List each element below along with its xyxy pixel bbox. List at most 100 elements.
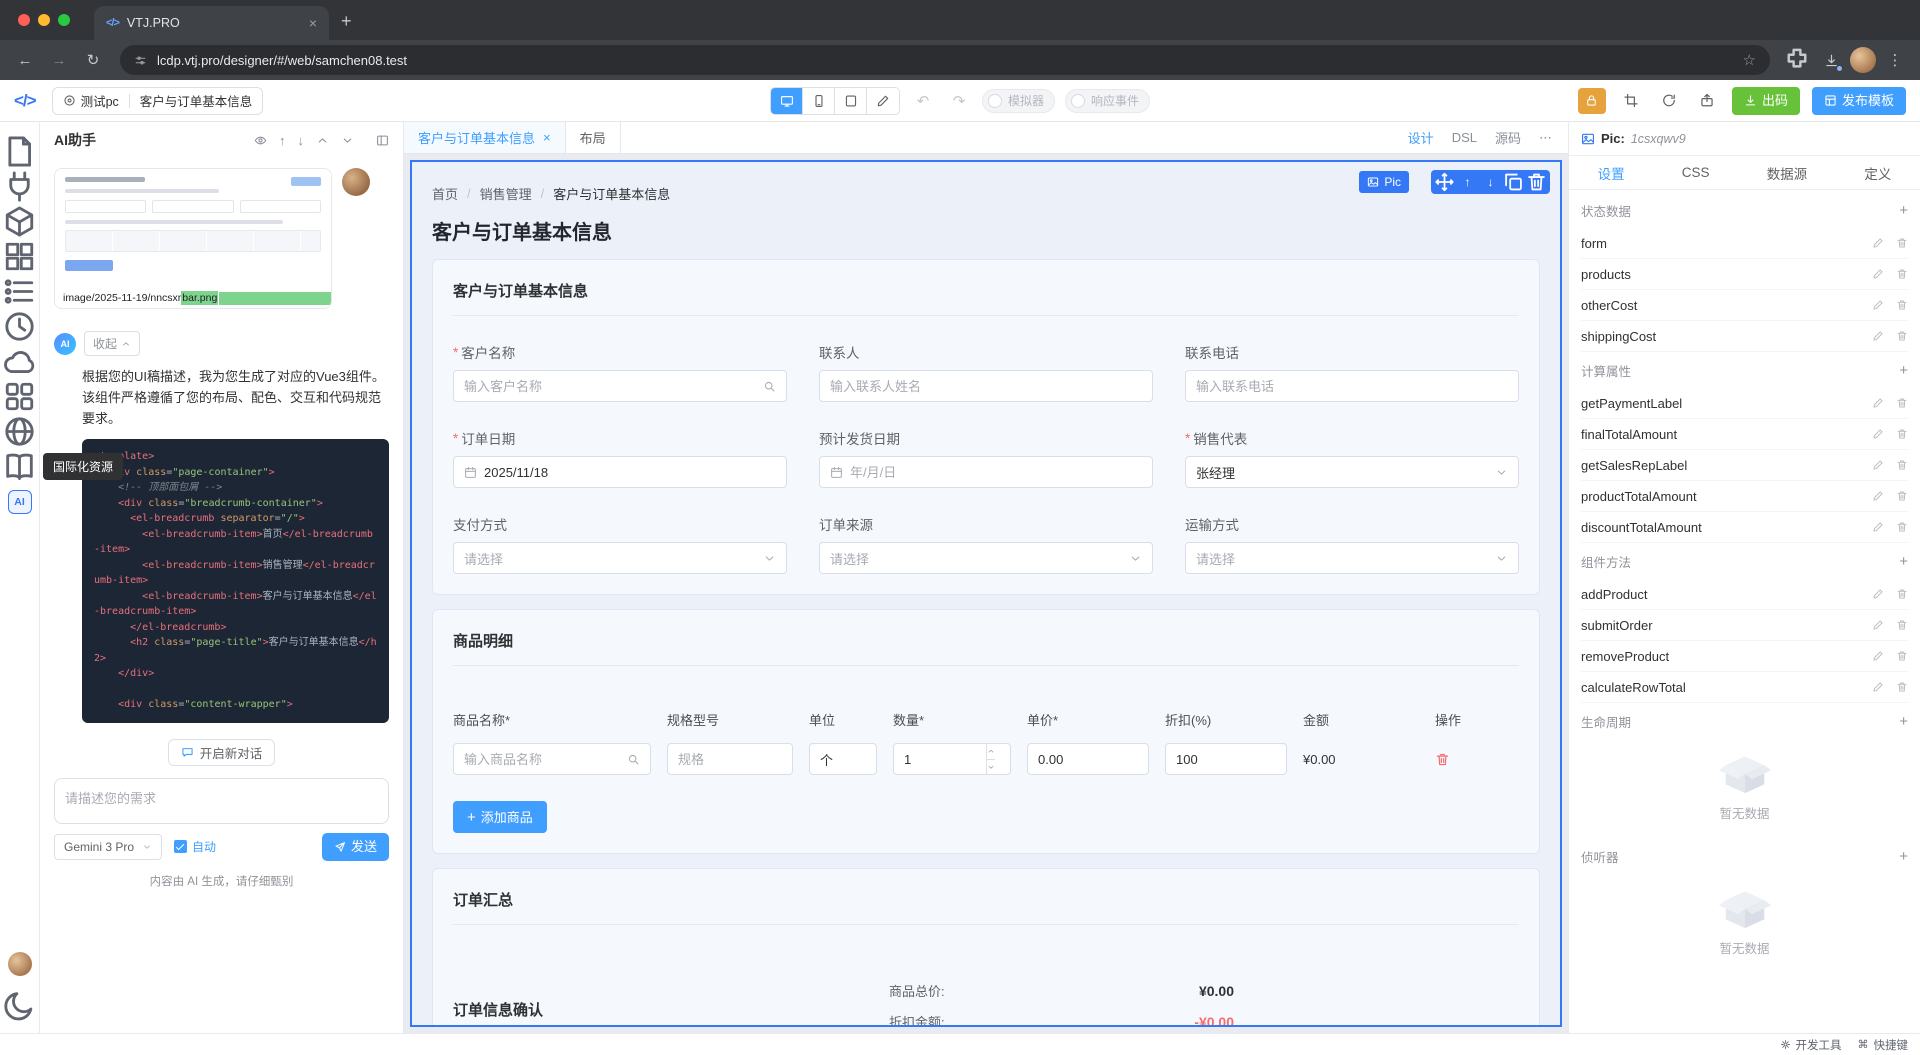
- computed-item-row[interactable]: discountTotalAmount: [1581, 512, 1908, 543]
- delete-node-icon[interactable]: [1525, 171, 1548, 193]
- method-item-row[interactable]: calculateRowTotal: [1581, 672, 1908, 703]
- edit-icon[interactable]: [1872, 299, 1884, 311]
- code-block[interactable]: <template> <div class="page-container"> …: [82, 439, 389, 723]
- collapse-panel-icon[interactable]: [376, 134, 389, 147]
- send-button[interactable]: 发送: [321, 832, 389, 861]
- state-item-row[interactable]: otherCost: [1581, 290, 1908, 321]
- device-tablet-button[interactable]: [834, 87, 867, 114]
- vtj-logo[interactable]: </>: [14, 91, 37, 111]
- inspector-tab-settings[interactable]: 设置: [1598, 163, 1625, 183]
- url-bar[interactable]: lcdp.vtj.pro/designer/#/web/samchen08.te…: [120, 45, 1770, 75]
- computed-item-row[interactable]: getSalesRepLabel: [1581, 450, 1908, 481]
- edit-icon[interactable]: [1872, 268, 1884, 280]
- order-date-input[interactable]: [453, 456, 787, 488]
- decrement-icon[interactable]: [987, 760, 995, 775]
- bookmark-star-icon[interactable]: ☆: [1743, 51, 1756, 69]
- edit-icon[interactable]: [1872, 490, 1884, 502]
- reload-button[interactable]: ↻: [78, 45, 108, 75]
- apps-icon[interactable]: [2, 379, 37, 414]
- spec-input[interactable]: [667, 743, 793, 775]
- back-button[interactable]: ←: [10, 45, 40, 75]
- downloads-button[interactable]: [1816, 45, 1846, 75]
- add-state-button[interactable]: +: [1899, 202, 1908, 219]
- ai-prompt-input[interactable]: [54, 777, 389, 824]
- window-minimize-button[interactable]: [38, 14, 50, 26]
- delete-icon[interactable]: [1896, 268, 1908, 280]
- selected-node-chip[interactable]: Pic: [1359, 171, 1409, 193]
- state-item-row[interactable]: products: [1581, 259, 1908, 290]
- breadcrumb-item[interactable]: 销售管理: [480, 184, 532, 203]
- move-down-icon[interactable]: ↓: [1479, 171, 1502, 193]
- increment-icon[interactable]: [987, 744, 995, 760]
- screenshot-button[interactable]: [1618, 93, 1644, 108]
- state-item-row[interactable]: shippingCost: [1581, 321, 1908, 352]
- device-phone-button[interactable]: [802, 87, 835, 114]
- delete-icon[interactable]: [1896, 459, 1908, 471]
- edit-icon[interactable]: [1872, 459, 1884, 471]
- inspector-tab-css[interactable]: CSS: [1682, 165, 1710, 180]
- collapse-message-button[interactable]: 收起: [84, 331, 141, 356]
- edit-icon[interactable]: [1872, 397, 1884, 409]
- payment-select[interactable]: 请选择: [453, 542, 787, 574]
- delete-icon[interactable]: [1896, 330, 1908, 342]
- project-switcher[interactable]: 测试pc: [63, 91, 119, 110]
- mode-source-tab[interactable]: 源码: [1495, 128, 1521, 147]
- pages-icon[interactable]: [2, 134, 37, 169]
- new-chat-button[interactable]: 开启新对话: [167, 738, 276, 766]
- mode-dsl-tab[interactable]: DSL: [1452, 130, 1477, 145]
- delete-icon[interactable]: [1896, 619, 1908, 631]
- design-canvas[interactable]: 首页 / 销售管理 / 客户与订单基本信息 客户与订单基本信息 客户与订单基本信…: [410, 160, 1562, 1027]
- close-tab-icon[interactable]: ×: [543, 130, 551, 145]
- new-tab-button[interactable]: +: [341, 11, 352, 32]
- lock-button[interactable]: [1577, 87, 1606, 114]
- browser-tab[interactable]: </> VTJ.PRO ×: [94, 6, 329, 40]
- contact-input[interactable]: [819, 370, 1153, 402]
- canvas-tab-layout[interactable]: 布局: [566, 122, 621, 153]
- mode-design-tab[interactable]: 设计: [1408, 128, 1434, 147]
- edit-icon[interactable]: [1872, 237, 1884, 249]
- i18n-icon[interactable]: [2, 449, 37, 484]
- edit-icon[interactable]: [1872, 330, 1884, 342]
- delete-icon[interactable]: [1896, 521, 1908, 533]
- device-desktop-button[interactable]: [770, 87, 803, 114]
- shipping-method-select[interactable]: 请选择: [1185, 542, 1519, 574]
- devtools-button[interactable]: 开发工具: [1780, 1037, 1842, 1053]
- sales-rep-select[interactable]: 张经理: [1185, 456, 1519, 488]
- canvas-tab-active[interactable]: 客户与订单基本信息 ×: [404, 122, 566, 153]
- shortcuts-button[interactable]: ⌘ 快捷键: [1858, 1037, 1909, 1053]
- move-up-icon[interactable]: ↑: [1456, 171, 1479, 193]
- user-avatar[interactable]: [7, 952, 32, 976]
- window-close-button[interactable]: [18, 14, 30, 26]
- chevron-down-icon[interactable]: [341, 134, 354, 147]
- preview-button[interactable]: [1694, 93, 1720, 108]
- delete-row-icon[interactable]: [1435, 752, 1450, 767]
- delete-icon[interactable]: [1896, 397, 1908, 409]
- globe-icon[interactable]: [2, 414, 37, 449]
- undo-button[interactable]: ↶: [910, 92, 936, 110]
- delete-icon[interactable]: [1896, 428, 1908, 440]
- outline-icon[interactable]: [2, 274, 37, 309]
- tab-close-icon[interactable]: ×: [309, 15, 317, 31]
- attached-image-card[interactable]: image/2025-11-19/nncsxr bar.png: [54, 168, 332, 309]
- window-zoom-button[interactable]: [58, 14, 70, 26]
- extensions-icon[interactable]: [1782, 45, 1812, 75]
- edit-icon[interactable]: [1872, 650, 1884, 662]
- computed-item-row[interactable]: finalTotalAmount: [1581, 419, 1908, 450]
- plugins-icon[interactable]: [2, 169, 37, 204]
- method-item-row[interactable]: submitOrder: [1581, 610, 1908, 641]
- unit-input[interactable]: [809, 743, 877, 775]
- method-item-row[interactable]: removeProduct: [1581, 641, 1908, 672]
- redo-button[interactable]: ↷: [946, 92, 972, 110]
- customer-name-input[interactable]: [453, 370, 787, 402]
- inspector-tab-definition[interactable]: 定义: [1864, 163, 1891, 183]
- refresh-button[interactable]: [1656, 93, 1682, 108]
- auto-checkbox[interactable]: 自动: [174, 838, 216, 855]
- delete-icon[interactable]: [1896, 490, 1908, 502]
- api-icon[interactable]: [2, 344, 37, 379]
- model-select[interactable]: Gemini 3 Pro: [54, 833, 163, 860]
- preview-icon[interactable]: [254, 134, 267, 147]
- add-watcher-button[interactable]: +: [1899, 848, 1908, 865]
- history-icon[interactable]: [2, 309, 37, 344]
- edit-icon[interactable]: [1872, 588, 1884, 600]
- order-source-select[interactable]: 请选择: [819, 542, 1153, 574]
